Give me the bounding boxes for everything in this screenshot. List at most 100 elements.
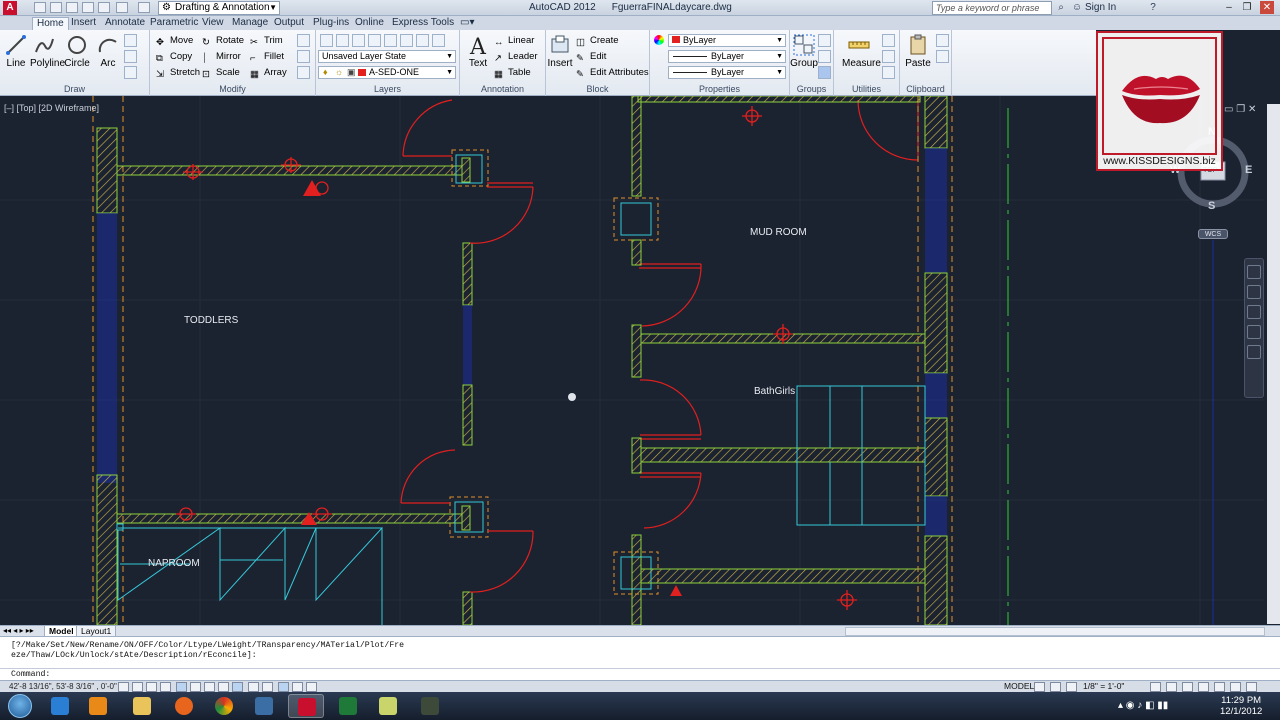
polar-tracking-icon[interactable] [176, 682, 187, 692]
maximize-button[interactable]: ❐ [1240, 1, 1254, 14]
layer-select[interactable]: ♦ ☼ ▣ A-SED-ONE ▼ [318, 66, 456, 79]
workspace-switching-icon[interactable] [1166, 682, 1177, 692]
polyline-button[interactable]: Polyline [30, 34, 65, 69]
model-space-button[interactable]: MODEL [1004, 681, 1034, 691]
layer-tool-icon[interactable] [432, 34, 445, 47]
annotation-scale[interactable]: 1/8" = 1'-0" [1083, 681, 1124, 691]
snap-mode-icon[interactable] [132, 682, 143, 692]
pan-icon[interactable] [1247, 285, 1261, 299]
command-input[interactable]: Command: [11, 670, 50, 679]
hardware-acceleration-icon[interactable] [1198, 682, 1209, 692]
minimize-button[interactable]: – [1222, 1, 1236, 14]
taskbar-media[interactable] [412, 694, 448, 718]
linetype-select[interactable]: ByLayer ▼ [668, 50, 786, 63]
tab-parametric[interactable]: Parametric [146, 17, 202, 30]
taskbar-autocad[interactable] [288, 694, 324, 718]
object-snap-tracking-icon[interactable] [218, 682, 229, 692]
ortho-mode-icon[interactable] [160, 682, 171, 692]
new-file-icon[interactable] [34, 2, 46, 13]
isolate-objects-icon[interactable] [1214, 682, 1225, 692]
clean-screen-icon[interactable] [1246, 682, 1257, 692]
move-button[interactable]: ✥ Move [156, 34, 193, 48]
system-tray-icons[interactable]: ▴ ◉ ♪ ◧ ▮▮ [1118, 700, 1168, 711]
tab-online[interactable]: Online [351, 17, 388, 30]
hatch-icon[interactable] [124, 50, 137, 63]
fillet-button[interactable]: ⌐ Fillet [250, 50, 284, 64]
edit-block-button[interactable]: ✎ Edit [576, 50, 606, 64]
status-bar-menu-icon[interactable] [1230, 682, 1241, 692]
stretch-button[interactable]: ⇲ Stretch [156, 66, 200, 80]
sign-in-link[interactable]: Sign In [1085, 2, 1116, 13]
search-icon[interactable]: ⌕ [1054, 1, 1068, 15]
autocad-logo-icon[interactable]: A [3, 1, 17, 15]
3d-object-snap-icon[interactable] [204, 682, 215, 692]
text-button[interactable]: A Text [464, 34, 492, 69]
ribbon-toggle-icon[interactable]: ▭▾ [456, 17, 478, 30]
linear-button[interactable]: ↔ Linear [494, 34, 534, 48]
redo-icon[interactable] [138, 2, 150, 13]
quick-calc-icon[interactable] [882, 50, 895, 63]
toolbar-lock-icon[interactable] [1182, 682, 1193, 692]
horizontal-scrollbar[interactable] [845, 627, 1265, 636]
user-icon[interactable]: ☺ [1070, 1, 1084, 15]
dynamic-input-icon[interactable] [248, 682, 259, 692]
vertical-scrollbar[interactable] [1267, 104, 1280, 624]
rectangle-icon[interactable] [124, 34, 137, 47]
edit-attributes-button[interactable]: ✎ Edit Attributes [576, 66, 649, 80]
arc-button[interactable]: Arc [94, 34, 122, 69]
dynamic-ucs-icon[interactable] [232, 682, 243, 692]
tab-view[interactable]: View [198, 17, 228, 30]
steering-wheel-icon[interactable] [1247, 265, 1261, 279]
tab-nav-arrows-icon[interactable]: ◂◂ ◂ ▸ ▸▸ [3, 626, 34, 635]
zoom-extents-icon[interactable] [1247, 305, 1261, 319]
annotation-scale-icon[interactable] [1066, 682, 1077, 692]
layer-tool-icon[interactable] [416, 34, 429, 47]
plot-icon[interactable] [98, 2, 110, 13]
clipboard-panel-title[interactable]: Clipboard [900, 84, 951, 94]
help-icon[interactable]: ? [1146, 1, 1160, 15]
drawing-area[interactable]: TODDLERS MUD ROOM BathGirls NAPROOM [0, 96, 1280, 625]
trim-button[interactable]: ✂ Trim [250, 34, 283, 48]
table-button[interactable]: ▦ Table [494, 66, 531, 80]
tab-annotate[interactable]: Annotate [101, 17, 149, 30]
infer-constraints-icon[interactable] [118, 682, 129, 692]
tab-output[interactable]: Output [270, 17, 308, 30]
create-block-button[interactable]: ◫ Create [576, 34, 619, 48]
layers-panel-title[interactable]: Layers [316, 84, 459, 94]
start-button[interactable] [8, 694, 32, 718]
measure-button[interactable]: Measure [842, 34, 881, 69]
id-point-icon[interactable] [882, 66, 895, 79]
layer-properties-icon[interactable] [320, 34, 333, 47]
close-button[interactable]: ✕ [1260, 1, 1274, 14]
array-button[interactable]: ▦ Array [250, 66, 287, 80]
layer-state-select[interactable]: Unsaved Layer State ▼ [318, 50, 456, 63]
tab-manage[interactable]: Manage [228, 17, 272, 30]
group-selection-icon[interactable] [818, 66, 831, 79]
taskbar-excel[interactable] [330, 694, 366, 718]
layer-tool-icon[interactable] [384, 34, 397, 47]
layer-tool-icon[interactable] [336, 34, 349, 47]
undo-icon[interactable] [116, 2, 128, 13]
taskbar-internet-explorer[interactable] [42, 694, 78, 718]
ungroup-icon[interactable] [818, 34, 831, 47]
group-button[interactable]: Group [790, 34, 818, 69]
mirror-button[interactable]: ⏐ Mirror [202, 50, 241, 64]
match-properties-icon[interactable] [654, 35, 664, 45]
coordinate-readout[interactable]: 42'-8 13/16", 53'-8 3/16" , 0'-0" [9, 682, 117, 691]
quick-properties-icon[interactable] [292, 682, 303, 692]
copy-button[interactable]: ⧉ Copy [156, 50, 192, 64]
annotation-visibility-icon[interactable] [1150, 682, 1161, 692]
groups-panel-title[interactable]: Groups [790, 84, 833, 94]
circle-button[interactable]: Circle [63, 34, 91, 69]
showmotion-icon[interactable] [1247, 345, 1261, 359]
open-file-icon[interactable] [50, 2, 62, 13]
gradient-icon[interactable] [124, 66, 137, 79]
offset-icon[interactable] [297, 66, 310, 79]
tab-plug-ins[interactable]: Plug-ins [309, 17, 353, 30]
insert-block-button[interactable]: Insert [546, 34, 574, 69]
quick-select-icon[interactable] [882, 34, 895, 47]
viewport-window-controls[interactable]: ▭ ❐ ✕ [1224, 104, 1256, 115]
rotate-button[interactable]: ↻ Rotate [202, 34, 244, 48]
tab-express-tools[interactable]: Express Tools [388, 17, 458, 30]
compass-south[interactable]: S [1208, 200, 1215, 212]
